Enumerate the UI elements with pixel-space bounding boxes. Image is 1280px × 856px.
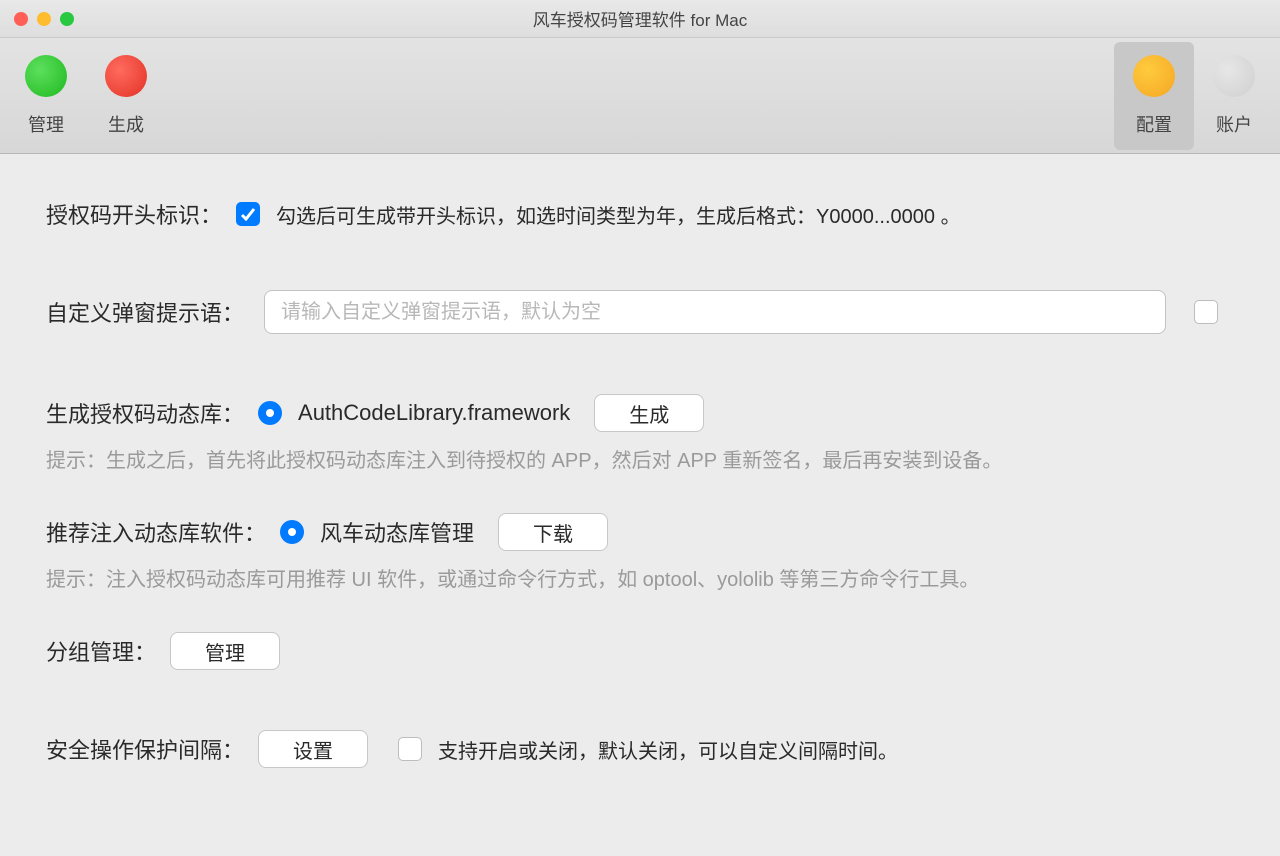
traffic-lights (0, 12, 74, 26)
prefix-desc: 勾选后可生成带开头标识，如选时间类型为年，生成后格式：Y0000...0000 … (276, 200, 961, 229)
safety-checkbox[interactable] (398, 737, 422, 761)
toolbar-item-config[interactable]: 配置 (1114, 42, 1194, 150)
toolbar-label: 账户 (1216, 111, 1252, 137)
row-safety: 安全操作保护间隔： 设置 支持开启或关闭，默认关闭，可以自定义间隔时间。 (46, 730, 1234, 768)
inject-name: 风车动态库管理 (320, 516, 474, 548)
toolbar-item-account[interactable]: 账户 (1194, 42, 1274, 150)
label-group: 分组管理： (46, 635, 156, 667)
close-icon[interactable] (14, 12, 28, 26)
row-prefix: 授权码开头标识： 勾选后可生成带开头标识，如选时间类型为年，生成后格式：Y000… (46, 198, 1234, 230)
circle-icon (25, 55, 67, 97)
row-genlib: 生成授权码动态库： AuthCodeLibrary.framework 生成 (46, 394, 1234, 432)
genlib-name: AuthCodeLibrary.framework (298, 400, 570, 426)
toolbar-label: 配置 (1136, 111, 1172, 137)
titlebar: 风车授权码管理软件 for Mac (0, 0, 1280, 38)
inject-hint: 提示：注入授权码动态库可用推荐 UI 软件，或通过命令行方式，如 optool、… (46, 563, 1234, 592)
row-group: 分组管理： 管理 (46, 632, 1234, 670)
label-popup: 自定义弹窗提示语： (46, 296, 244, 328)
minimize-icon[interactable] (37, 12, 51, 26)
circle-icon (105, 55, 147, 97)
generate-button[interactable]: 生成 (594, 394, 704, 432)
toolbar-right: 配置 账户 (1114, 42, 1274, 150)
row-inject: 推荐注入动态库软件： 风车动态库管理 下载 (46, 513, 1234, 551)
safety-settings-button[interactable]: 设置 (258, 730, 368, 768)
toolbar-label: 生成 (108, 111, 144, 137)
label-genlib: 生成授权码动态库： (46, 397, 244, 429)
safety-desc: 支持开启或关闭，默认关闭，可以自定义间隔时间。 (438, 735, 898, 764)
download-button[interactable]: 下载 (498, 513, 608, 551)
toolbar-left: 管理 生成 (6, 42, 166, 150)
circle-icon (1213, 55, 1255, 97)
popup-checkbox[interactable] (1194, 300, 1218, 324)
label-prefix: 授权码开头标识： (46, 198, 222, 230)
content: 授权码开头标识： 勾选后可生成带开头标识，如选时间类型为年，生成后格式：Y000… (0, 154, 1280, 830)
inject-radio[interactable] (280, 520, 304, 544)
group-manage-button[interactable]: 管理 (170, 632, 280, 670)
label-safety: 安全操作保护间隔： (46, 733, 244, 765)
genlib-hint: 提示：生成之后，首先将此授权码动态库注入到待授权的 APP，然后对 APP 重新… (46, 444, 1234, 473)
maximize-icon[interactable] (60, 12, 74, 26)
genlib-radio[interactable] (258, 401, 282, 425)
label-inject: 推荐注入动态库软件： (46, 516, 266, 548)
toolbar-item-manage[interactable]: 管理 (6, 42, 86, 150)
window-title: 风车授权码管理软件 for Mac (533, 6, 747, 31)
circle-icon (1133, 55, 1175, 97)
toolbar-label: 管理 (28, 111, 64, 137)
toolbar-item-generate[interactable]: 生成 (86, 42, 166, 150)
prefix-checkbox[interactable] (236, 202, 260, 226)
row-popup: 自定义弹窗提示语： (46, 290, 1234, 334)
toolbar: 管理 生成 配置 账户 (0, 38, 1280, 154)
popup-input[interactable] (264, 290, 1166, 334)
